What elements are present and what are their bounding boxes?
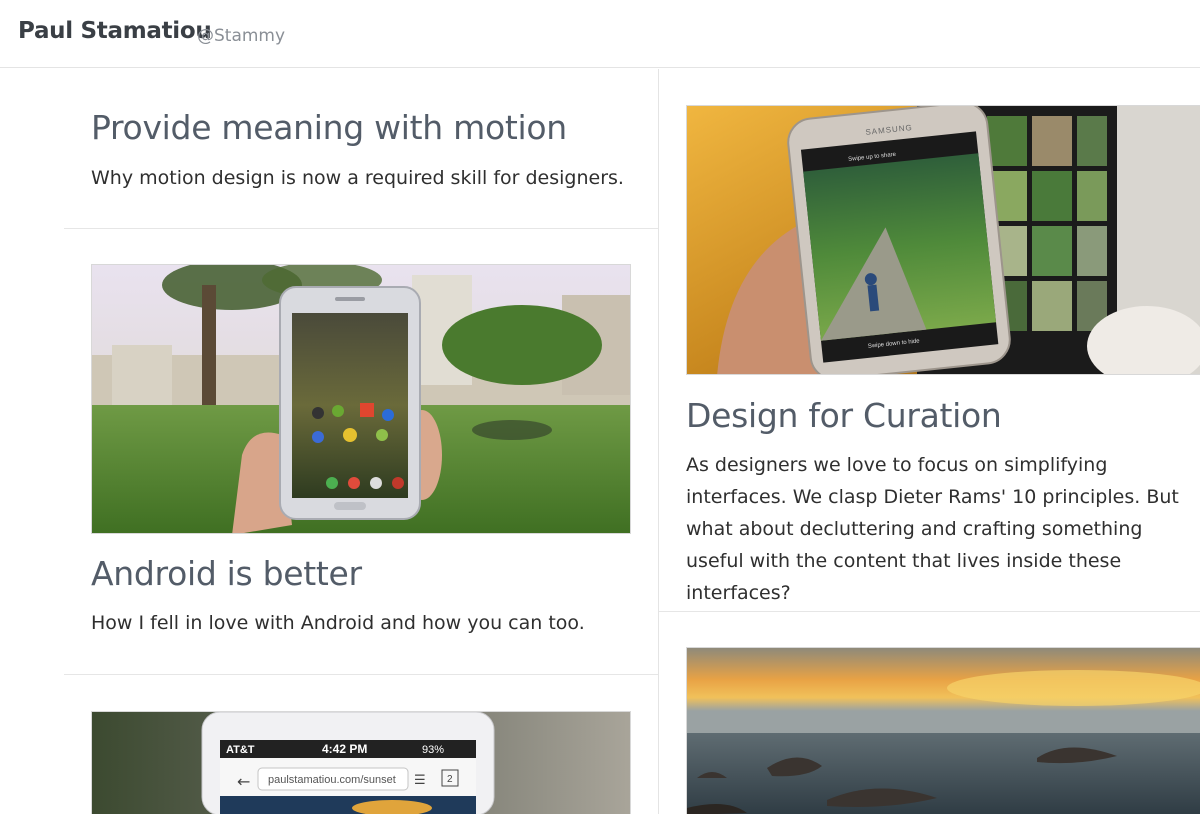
post-divider	[64, 228, 658, 229]
curation-phone-photo: SAMSUNG Swipe up to share Swipe down to …	[687, 106, 1200, 374]
post-description: As designers we love to focus on simplif…	[686, 454, 1179, 604]
site-header: Paul Stamatiou @Stammy	[0, 0, 1200, 68]
back-arrow-icon: ←	[237, 772, 250, 791]
url-text: paulstamatiou.com/sunset	[268, 774, 396, 786]
clock-label: 4:42 PM	[322, 742, 367, 756]
author-name[interactable]: Paul Stamatiou	[18, 18, 212, 44]
post-description: How I fell in love with Android and how …	[91, 612, 585, 634]
post-title[interactable]: Design for Curation	[686, 396, 1002, 435]
carrier-label: AT&T	[226, 744, 255, 756]
battery-label: 93%	[422, 744, 444, 756]
post-title[interactable]: Provide meaning with motion	[91, 108, 567, 147]
post-divider	[64, 674, 658, 675]
twitter-handle[interactable]: @Stammy	[197, 26, 285, 46]
menu-icon: ☰	[414, 773, 426, 788]
column-divider	[658, 69, 659, 814]
post-image-iphone[interactable]: AT&T 4:42 PM 93% paulstamatiou.com/sunse…	[91, 711, 631, 814]
tab-count: 2	[447, 774, 453, 785]
post-title[interactable]: Android is better	[91, 554, 362, 593]
post-image-curation[interactable]: SAMSUNG Swipe up to share Swipe down to …	[686, 105, 1200, 375]
post-description: Why motion design is now a required skil…	[91, 167, 624, 189]
android-phone-photo	[92, 265, 630, 533]
post-image-android[interactable]	[91, 264, 631, 534]
sunset-photo	[687, 648, 1200, 814]
post-divider	[659, 611, 1200, 612]
post-image-sunset[interactable]	[686, 647, 1200, 814]
iphone-photo: AT&T 4:42 PM 93% paulstamatiou.com/sunse…	[92, 712, 630, 814]
